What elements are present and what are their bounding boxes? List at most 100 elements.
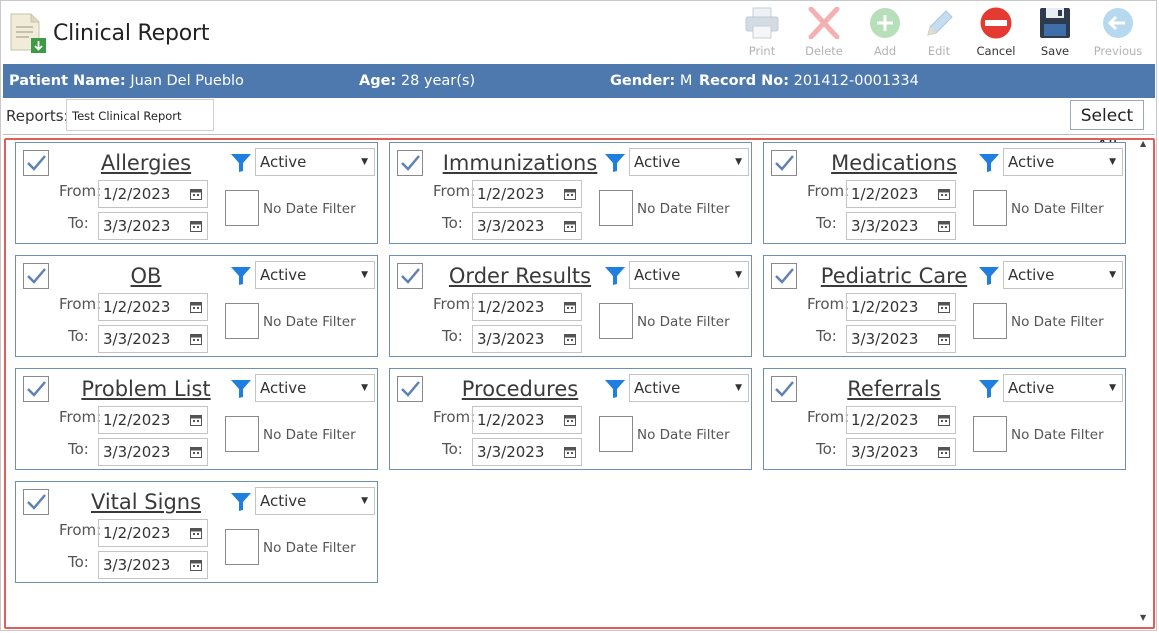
edit-button[interactable]: Edit	[911, 7, 967, 61]
calendar-icon[interactable]	[564, 333, 576, 345]
funnel-icon[interactable]	[230, 379, 252, 403]
status-dropdown[interactable]: Active ▼	[255, 487, 375, 515]
from-date-picker[interactable]: 1/2/2023	[98, 406, 208, 434]
funnel-icon[interactable]	[604, 266, 626, 290]
delete-button[interactable]: Delete	[796, 7, 852, 61]
to-date-picker[interactable]: 3/3/2023	[98, 325, 208, 353]
calendar-icon[interactable]	[190, 527, 202, 539]
to-date-picker[interactable]: 3/3/2023	[472, 212, 582, 240]
status-dropdown[interactable]: Active ▼	[1003, 148, 1123, 176]
calendar-icon[interactable]	[190, 301, 202, 313]
funnel-icon[interactable]	[978, 379, 1000, 403]
no-date-filter-checkbox[interactable]	[225, 529, 259, 565]
add-button[interactable]: Add	[857, 7, 913, 61]
section-checkbox[interactable]	[771, 376, 797, 402]
no-date-filter-checkbox[interactable]	[225, 303, 259, 339]
select-all-button[interactable]: Select All	[1070, 100, 1144, 156]
funnel-icon[interactable]	[604, 153, 626, 177]
status-dropdown[interactable]: Active ▼	[629, 148, 749, 176]
calendar-icon[interactable]	[938, 414, 950, 426]
to-date-picker[interactable]: 3/3/2023	[846, 438, 956, 466]
section-checkbox[interactable]	[23, 489, 49, 515]
no-date-filter-checkbox[interactable]	[973, 303, 1007, 339]
save-button[interactable]: Save	[1027, 7, 1083, 61]
to-date-picker[interactable]: 3/3/2023	[472, 438, 582, 466]
to-date-picker[interactable]: 3/3/2023	[98, 438, 208, 466]
report-section-card: Problem List Active ▼ From: To: 1/2/2023 …	[15, 368, 378, 470]
from-label: From:	[433, 408, 476, 426]
status-dropdown[interactable]: Active ▼	[629, 261, 749, 289]
to-date-picker[interactable]: 3/3/2023	[846, 212, 956, 240]
calendar-icon[interactable]	[564, 446, 576, 458]
page-title: Clinical Report	[53, 21, 210, 46]
status-dropdown[interactable]: Active ▼	[1003, 261, 1123, 289]
to-date-picker[interactable]: 3/3/2023	[472, 325, 582, 353]
funnel-icon[interactable]	[978, 153, 1000, 177]
funnel-icon[interactable]	[230, 153, 252, 177]
no-date-filter-label: No Date Filter	[1011, 201, 1104, 217]
status-dropdown[interactable]: Active ▼	[255, 148, 375, 176]
status-value: Active	[634, 379, 681, 397]
status-dropdown[interactable]: Active ▼	[255, 374, 375, 402]
previous-button[interactable]: Previous	[1090, 7, 1146, 61]
from-date-picker[interactable]: 1/2/2023	[846, 293, 956, 321]
no-date-filter-checkbox[interactable]	[599, 190, 633, 226]
status-dropdown[interactable]: Active ▼	[1003, 374, 1123, 402]
section-checkbox[interactable]	[23, 376, 49, 402]
pencil-icon	[927, 10, 953, 36]
section-checkbox[interactable]	[23, 150, 49, 176]
from-date-picker[interactable]: 1/2/2023	[472, 180, 582, 208]
section-checkbox[interactable]	[771, 150, 797, 176]
scroll-up-arrow-icon[interactable]: ▲	[1140, 139, 1146, 148]
scroll-down-arrow-icon[interactable]: ▼	[1140, 613, 1146, 622]
report-section-card: Vital Signs Active ▼ From: To: 1/2/2023 3…	[15, 481, 378, 583]
funnel-icon[interactable]	[230, 266, 252, 290]
no-date-filter-checkbox[interactable]	[973, 416, 1007, 452]
calendar-icon[interactable]	[564, 188, 576, 200]
calendar-icon[interactable]	[190, 220, 202, 232]
reports-select[interactable]: Test Clinical Report	[66, 99, 214, 131]
from-date-picker[interactable]: 1/2/2023	[472, 406, 582, 434]
calendar-icon[interactable]	[190, 188, 202, 200]
from-date-picker[interactable]: 1/2/2023	[472, 293, 582, 321]
calendar-icon[interactable]	[190, 446, 202, 458]
calendar-icon[interactable]	[938, 446, 950, 458]
no-date-filter-checkbox[interactable]	[599, 303, 633, 339]
section-checkbox[interactable]	[397, 150, 423, 176]
funnel-icon[interactable]	[604, 379, 626, 403]
print-button[interactable]: Print	[734, 7, 790, 61]
no-date-filter-checkbox[interactable]	[225, 416, 259, 452]
date-value: 3/3/2023	[103, 443, 171, 461]
from-date-picker[interactable]: 1/2/2023	[98, 519, 208, 547]
from-date-picker[interactable]: 1/2/2023	[98, 180, 208, 208]
cancel-button[interactable]: Cancel	[968, 7, 1024, 61]
section-checkbox[interactable]	[23, 263, 49, 289]
calendar-icon[interactable]	[564, 414, 576, 426]
calendar-icon[interactable]	[564, 220, 576, 232]
from-date-picker[interactable]: 1/2/2023	[846, 180, 956, 208]
calendar-icon[interactable]	[938, 220, 950, 232]
calendar-icon[interactable]	[190, 559, 202, 571]
funnel-icon[interactable]	[978, 266, 1000, 290]
calendar-icon[interactable]	[190, 333, 202, 345]
calendar-icon[interactable]	[564, 301, 576, 313]
calendar-icon[interactable]	[938, 333, 950, 345]
to-date-picker[interactable]: 3/3/2023	[98, 551, 208, 579]
from-date-picker[interactable]: 1/2/2023	[98, 293, 208, 321]
calendar-icon[interactable]	[938, 188, 950, 200]
funnel-icon[interactable]	[230, 492, 252, 516]
status-dropdown[interactable]: Active ▼	[629, 374, 749, 402]
no-date-filter-checkbox[interactable]	[225, 190, 259, 226]
calendar-icon[interactable]	[190, 414, 202, 426]
calendar-icon[interactable]	[938, 301, 950, 313]
section-checkbox[interactable]	[397, 263, 423, 289]
from-date-picker[interactable]: 1/2/2023	[846, 406, 956, 434]
no-date-filter-checkbox[interactable]	[599, 416, 633, 452]
to-date-picker[interactable]: 3/3/2023	[846, 325, 956, 353]
section-checkbox[interactable]	[771, 263, 797, 289]
status-dropdown[interactable]: Active ▼	[255, 261, 375, 289]
to-label: To:	[68, 440, 89, 458]
no-date-filter-checkbox[interactable]	[973, 190, 1007, 226]
section-checkbox[interactable]	[397, 376, 423, 402]
to-date-picker[interactable]: 3/3/2023	[98, 212, 208, 240]
